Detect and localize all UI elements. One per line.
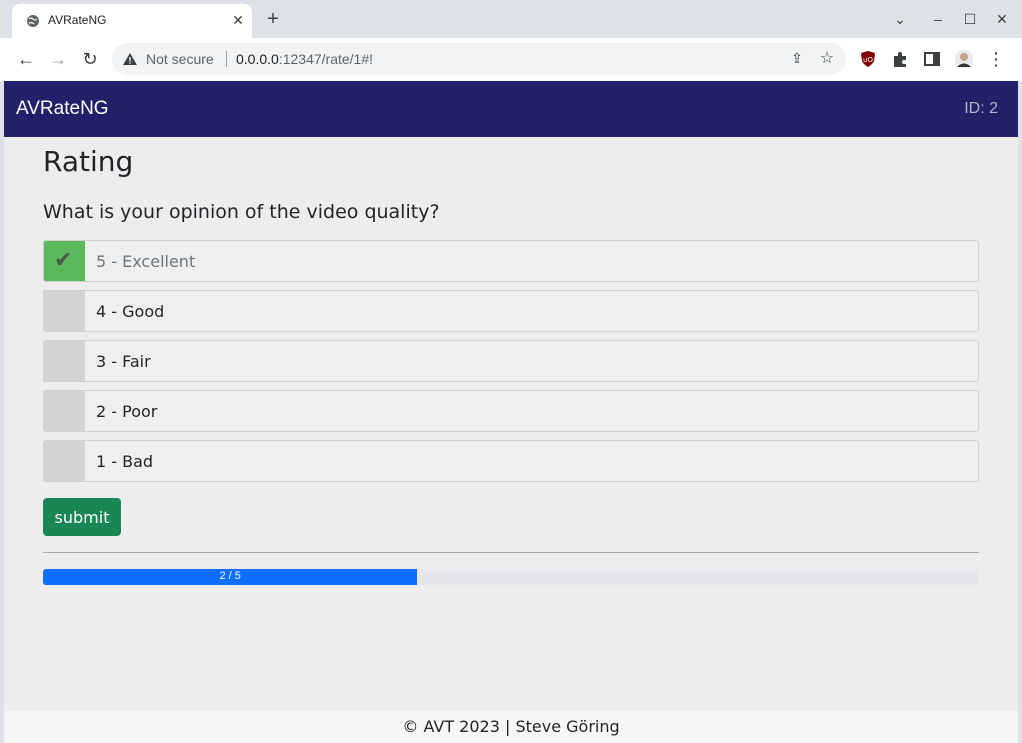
option-label: 4 - Good bbox=[96, 302, 165, 321]
globe-icon bbox=[27, 15, 39, 27]
tab-title: AVRateNG bbox=[48, 13, 107, 27]
maximize-icon[interactable]: ☐ bbox=[960, 9, 980, 29]
new-tab-icon[interactable]: + bbox=[264, 9, 282, 29]
brand-title[interactable]: AVRateNG bbox=[16, 98, 109, 120]
option-label: 1 - Bad bbox=[96, 452, 154, 471]
url-host: 0.0.0.0 bbox=[236, 51, 279, 67]
rating-option-poor[interactable]: 2 - Poor bbox=[43, 390, 979, 432]
svg-text:uO: uO bbox=[863, 56, 873, 64]
side-panel-icon[interactable] bbox=[922, 49, 942, 69]
tab-strip: AVRateNG ✕ + ⌄ – ☐ ✕ bbox=[0, 0, 1022, 38]
extensions-icon[interactable] bbox=[890, 49, 910, 69]
rating-option-bad[interactable]: 1 - Bad bbox=[43, 440, 979, 482]
browser-toolbar: ← → ↻ Not secure 0.0.0.0:12347/rate/1#! … bbox=[0, 38, 1022, 81]
option-checkbox[interactable] bbox=[44, 341, 85, 381]
ublock-icon[interactable]: uO bbox=[858, 49, 878, 69]
address-separator bbox=[226, 51, 227, 67]
profile-avatar[interactable] bbox=[954, 49, 974, 69]
share-icon[interactable]: ⇪ bbox=[788, 50, 806, 68]
user-id: ID: 2 bbox=[964, 100, 998, 117]
option-checkbox[interactable]: ✔ bbox=[44, 241, 85, 281]
app-navbar: AVRateNG ID: 2 bbox=[4, 81, 1018, 137]
security-label: Not secure bbox=[146, 51, 214, 67]
checkmark-icon: ✔ bbox=[54, 247, 73, 272]
rating-option-fair[interactable]: 3 - Fair bbox=[43, 340, 979, 382]
rating-option-excellent[interactable]: ✔ 5 - Excellent bbox=[43, 240, 979, 282]
menu-kebab-icon[interactable]: ⋮ bbox=[986, 49, 1006, 69]
url-text: 0.0.0.0:12347/rate/1#! bbox=[236, 51, 373, 67]
page-viewport: AVRateNG ID: 2 Rating What is your opini… bbox=[4, 81, 1018, 743]
option-checkbox[interactable] bbox=[44, 391, 85, 431]
tab-search-icon[interactable]: ⌄ bbox=[890, 9, 910, 29]
minimize-icon[interactable]: – bbox=[928, 9, 948, 29]
tab-close-icon[interactable]: ✕ bbox=[230, 12, 246, 28]
url-path: :12347/rate/1#! bbox=[278, 51, 374, 67]
option-label: 3 - Fair bbox=[96, 352, 151, 371]
page-title: Rating bbox=[43, 145, 134, 178]
divider bbox=[43, 552, 979, 553]
option-label: 5 - Excellent bbox=[96, 252, 196, 271]
bookmark-star-icon[interactable]: ☆ bbox=[818, 48, 836, 68]
close-window-icon[interactable]: ✕ bbox=[992, 9, 1012, 29]
footer-text: © AVT 2023 | Steve Göring bbox=[402, 717, 620, 736]
submit-button[interactable]: submit bbox=[43, 498, 121, 536]
page-footer: © AVT 2023 | Steve Göring bbox=[4, 711, 1018, 743]
reload-icon[interactable]: ↻ bbox=[80, 49, 100, 69]
option-checkbox[interactable] bbox=[44, 441, 85, 481]
question-text: What is your opinion of the video qualit… bbox=[43, 201, 440, 223]
back-icon[interactable]: ← bbox=[16, 49, 36, 69]
rating-option-good[interactable]: 4 - Good bbox=[43, 290, 979, 332]
address-bar[interactable]: Not secure 0.0.0.0:12347/rate/1#! ⇪ ☆ bbox=[112, 43, 846, 75]
option-label: 2 - Poor bbox=[96, 402, 158, 421]
tab-avrateng[interactable]: AVRateNG ✕ bbox=[12, 4, 252, 38]
forward-icon[interactable]: → bbox=[48, 49, 68, 69]
option-checkbox[interactable] bbox=[44, 291, 85, 331]
warning-icon bbox=[123, 53, 137, 65]
progress-bar: 2 / 5 bbox=[43, 569, 979, 585]
progress-text: 2 / 5 bbox=[219, 570, 241, 582]
browser-window: AVRateNG ✕ + ⌄ – ☐ ✕ ← → ↻ Not secure 0.… bbox=[0, 0, 1022, 743]
